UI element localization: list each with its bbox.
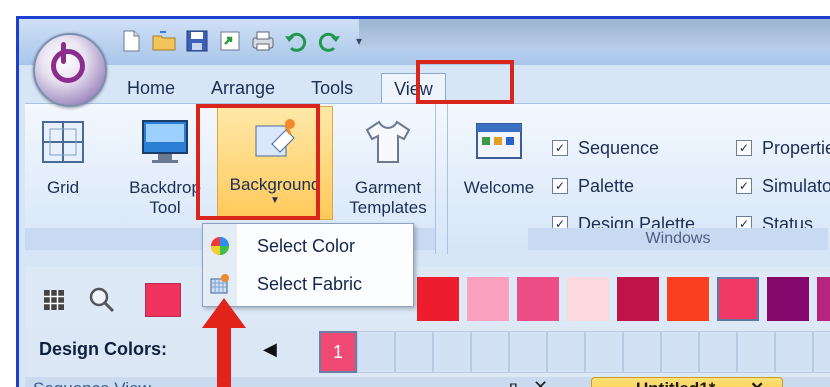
tab-tools[interactable]: Tools [293,73,371,103]
quick-access-toolbar: ▾ [117,26,362,56]
background-dropdown-menu: Select Color Select Fabric [202,223,414,307]
simulator-checkbox[interactable]: ✓ Simulator [736,174,830,198]
ribbon-panel: Grid Backdrop Tool Background ▼ Garment … [25,103,830,254]
application-menu-orb[interactable] [33,33,107,107]
properties-checkbox[interactable]: ✓ Properties [736,136,830,160]
pin-icon[interactable]: ᴨ [509,379,518,387]
grid-icon [38,116,88,168]
print-icon[interactable] [249,27,277,55]
design-color-cell[interactable]: 1 [319,331,357,373]
checkbox-check-icon: ✓ [736,140,752,156]
menu-item-select-color[interactable]: Select Color [203,228,413,264]
palette-swatch[interactable] [617,277,659,321]
select-color-label: Select Color [257,235,356,256]
design-color-cell[interactable] [813,331,830,373]
menu-item-select-fabric[interactable]: Select Fabric [203,266,413,302]
red-arrow-annotation [202,298,246,387]
palette-swatch[interactable] [767,277,809,321]
palette-swatch[interactable] [567,277,609,321]
palette-swatch[interactable] [817,277,830,321]
tab-home[interactable]: Home [111,73,193,103]
select-fabric-label: Select Fabric [257,273,363,294]
redo-icon[interactable] [315,27,343,55]
customize-toolbar-icon[interactable]: ▾ [356,34,362,48]
welcome-button[interactable]: Welcome [454,110,544,198]
garment-templates-button[interactable]: Garment Templates [343,110,433,218]
current-color-swatch[interactable] [145,283,181,317]
document-tab-label: Untitled1* [636,379,715,387]
checkbox-check-icon: ✓ [552,140,568,156]
palette-checkbox[interactable]: ✓ Palette [552,174,634,198]
document-close-icon[interactable]: ✕ [750,379,764,387]
document-tab[interactable]: Untitled1* ✕ [591,377,783,387]
tab-view[interactable]: View [381,73,446,104]
sequence-checkbox[interactable]: ✓ Sequence [552,136,659,160]
monitor-icon [140,116,190,168]
design-color-cell[interactable] [471,331,509,373]
checkbox-check-icon: ✓ [552,178,568,194]
checkbox-check-icon: ✓ [736,178,752,194]
new-file-icon[interactable] [117,27,145,55]
backdrop-tool-button[interactable]: Backdrop Tool [125,110,205,218]
background-label: Background [229,175,321,194]
design-color-cell[interactable] [699,331,737,373]
scroll-left-icon[interactable]: ◀ [263,339,277,360]
grid-button[interactable]: Grid [35,110,91,198]
design-color-cell[interactable] [585,331,623,373]
design-color-cell[interactable] [737,331,775,373]
welcome-label: Welcome [463,178,535,197]
palette-swatch[interactable] [467,277,509,321]
palette-swatch[interactable] [517,277,559,321]
close-icon[interactable]: ✕ [533,377,548,387]
color-wheel-icon [203,235,237,257]
undo-icon[interactable] [282,27,310,55]
save-icon[interactable] [183,27,211,55]
palette-swatch[interactable] [717,277,759,321]
design-color-cell[interactable] [775,331,813,373]
bottom-bar: Sequence View ᴨ ✕ Untitled1* ✕ [25,377,830,387]
ribbon-tabs: Home Arrange Tools View [111,73,446,104]
design-color-cell[interactable] [357,331,395,373]
design-color-cell[interactable] [395,331,433,373]
app-logo-icon [51,42,85,83]
design-color-cell[interactable] [661,331,699,373]
open-folder-icon[interactable] [150,27,178,55]
palette-swatch[interactable] [667,277,709,321]
design-color-cell[interactable] [509,331,547,373]
background-button[interactable]: Background ▼ [217,106,333,220]
fabric-icon [203,273,237,295]
garment-templates-label: Garment Templates [349,178,427,217]
design-color-cell[interactable] [623,331,661,373]
export-icon[interactable] [216,27,244,55]
design-color-cell[interactable] [433,331,471,373]
sequence-view-title: Sequence View [33,379,151,387]
design-color-cell[interactable] [547,331,585,373]
tab-arrange[interactable]: Arrange [193,73,293,103]
magnifier-icon[interactable] [87,285,117,315]
ribbon-group-windows: Welcome ✓ Sequence ✓ Palette ✓ Design Pa… [447,104,830,254]
design-colors-label: Design Colors: [39,339,168,359]
paint-bucket-icon [250,113,300,165]
backdrop-tool-label: Backdrop Tool [129,178,201,217]
palette-swatch[interactable] [417,277,459,321]
grid-label: Grid [46,178,80,197]
windows-group-label: Windows [528,228,828,250]
tshirt-icon [363,116,413,168]
palette-grid-icon[interactable] [39,285,69,315]
color-palette-bar [25,267,830,327]
application-window: ▾ Home Arrange Tools View Grid Backdrop … [16,16,830,387]
design-colors-row: Design Colors: ◀ 1 [25,327,830,377]
welcome-window-icon [474,116,524,168]
